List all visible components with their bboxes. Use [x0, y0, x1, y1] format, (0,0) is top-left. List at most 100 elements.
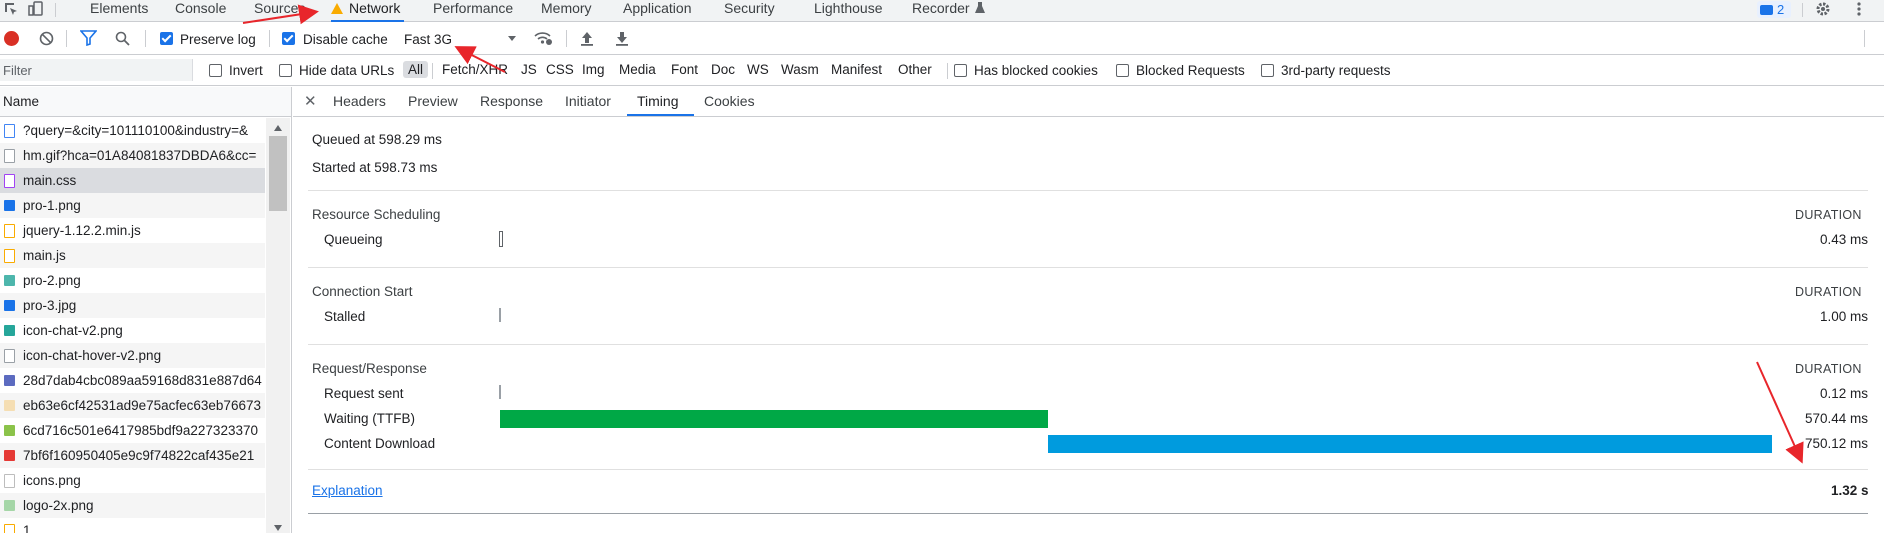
preserve-log-checkbox[interactable]	[160, 32, 173, 45]
tab-security[interactable]: Security	[724, 0, 775, 22]
search-icon[interactable]	[115, 31, 130, 49]
tab-memory[interactable]: Memory	[541, 0, 592, 22]
tab-preview[interactable]: Preview	[408, 93, 458, 109]
request-row[interactable]: pro-3.jpg	[0, 293, 265, 318]
started-at: Started at 598.73 ms	[312, 160, 438, 175]
type-filter-doc[interactable]: Doc	[711, 62, 735, 77]
disable-cache-label: Disable cache	[303, 32, 388, 47]
type-filter-manifest[interactable]: Manifest	[831, 62, 882, 77]
request-row[interactable]: pro-2.png	[0, 268, 265, 293]
type-filter-ws[interactable]: WS	[747, 62, 769, 77]
section-title: Request/Response	[312, 361, 427, 376]
timing-row-label: Request sent	[324, 386, 404, 401]
tab-recorder[interactable]: Recorder	[912, 0, 986, 22]
type-filter-js[interactable]: JS	[521, 62, 537, 77]
import-har-icon[interactable]	[580, 31, 594, 49]
devtools-tab-bar: Elements Console Sources Network Perform…	[0, 0, 1884, 22]
scroll-up-icon[interactable]	[274, 125, 282, 131]
divider	[566, 30, 567, 47]
throttling-select[interactable]: Fast 3G	[402, 27, 520, 49]
divider	[1802, 3, 1803, 17]
request-row[interactable]: icon-chat-v2.png	[0, 318, 265, 343]
tab-performance[interactable]: Performance	[433, 0, 513, 22]
issues-badge[interactable]: 2	[1757, 1, 1791, 18]
request-row[interactable]: 7bf6f160950405e9c9f74822caf435e21	[0, 443, 265, 468]
third-party-requests-checkbox[interactable]	[1261, 64, 1274, 77]
request-row[interactable]: logo-2x.png	[0, 493, 265, 518]
scrollbar-thumb[interactable]	[269, 136, 287, 211]
scroll-down-icon[interactable]	[274, 525, 282, 531]
request-row[interactable]: eb63e6cf42531ad9e75acfec63eb76673	[0, 393, 265, 418]
tab-timing[interactable]: Timing	[637, 93, 679, 109]
image-icon	[4, 425, 15, 436]
more-options-icon[interactable]	[1850, 0, 1868, 18]
request-row[interactable]: ?query=&city=101110100&industry=&	[0, 118, 265, 143]
close-detail-icon[interactable]: ✕	[304, 92, 317, 110]
request-name: main.js	[23, 248, 66, 263]
request-row[interactable]: pro-1.png	[0, 193, 265, 218]
tab-console[interactable]: Console	[175, 0, 226, 22]
filter-input[interactable]	[0, 59, 193, 81]
request-list-scrollbar[interactable]	[266, 118, 290, 533]
type-filter-other[interactable]: Other	[898, 62, 932, 77]
timing-panel: Queued at 598.29 ms Started at 598.73 ms…	[293, 118, 1884, 533]
request-row[interactable]: 6cd716c501e6417985bdf9a227323370	[0, 418, 265, 443]
request-row[interactable]: 28d7dab4cbc089aa59168d831e887d64	[0, 368, 265, 393]
device-toolbar-icon[interactable]	[27, 0, 45, 18]
tab-cookies[interactable]: Cookies	[704, 93, 755, 109]
tab-initiator[interactable]: Initiator	[565, 93, 611, 109]
type-filter-font[interactable]: Font	[671, 62, 698, 77]
request-name: icon-chat-hover-v2.png	[23, 348, 162, 363]
record-icon[interactable]	[4, 31, 19, 46]
request-row[interactable]: main.css	[0, 168, 265, 193]
tab-sources[interactable]: Sources	[254, 0, 305, 22]
request-row[interactable]: icon-chat-hover-v2.png	[0, 343, 265, 368]
network-conditions-icon[interactable]	[533, 30, 553, 49]
type-filter-wasm[interactable]: Wasm	[781, 62, 819, 77]
request-row[interactable]: 1	[0, 518, 265, 533]
request-name: main.css	[23, 173, 77, 188]
hide-data-urls-checkbox[interactable]	[279, 64, 292, 77]
type-filter-img[interactable]: Img	[582, 62, 605, 77]
duration-header: DURATION	[1795, 208, 1862, 222]
export-har-icon[interactable]	[615, 31, 629, 49]
disable-cache-checkbox[interactable]	[282, 32, 295, 45]
name-column-header[interactable]: Name	[0, 87, 291, 117]
request-name: ?query=&city=101110100&industry=&	[23, 123, 249, 138]
settings-gear-icon[interactable]	[1814, 0, 1832, 18]
request-row[interactable]: icons.png	[0, 468, 265, 493]
request-row[interactable]: main.js	[0, 243, 265, 268]
tab-network[interactable]: Network	[331, 0, 405, 22]
inspect-element-icon[interactable]	[2, 0, 20, 18]
invert-label: Invert	[229, 63, 263, 78]
blocked-requests-checkbox[interactable]	[1116, 64, 1129, 77]
tab-headers[interactable]: Headers	[333, 93, 386, 109]
type-filter-css[interactable]: CSS	[546, 62, 574, 77]
tab-application[interactable]: Application	[623, 0, 692, 22]
third-party-requests-label: 3rd-party requests	[1281, 63, 1391, 78]
blank-file-icon	[4, 473, 15, 488]
filter-funnel-icon[interactable]	[79, 30, 98, 49]
divider	[269, 30, 270, 47]
clear-icon[interactable]	[39, 31, 54, 49]
blocked-requests-label: Blocked Requests	[1136, 63, 1245, 78]
request-name: logo-2x.png	[23, 498, 94, 513]
tab-response[interactable]: Response	[480, 93, 543, 109]
type-filter-all[interactable]: All	[403, 61, 429, 78]
request-name: pro-2.png	[23, 273, 81, 288]
timing-row-duration: 0.12 ms	[1819, 386, 1868, 401]
type-filter-media[interactable]: Media	[619, 62, 656, 77]
tab-elements[interactable]: Elements	[90, 0, 148, 22]
type-filter-fetch-xhr[interactable]: Fetch/XHR	[442, 62, 508, 77]
explanation-link[interactable]: Explanation	[312, 483, 383, 498]
section-title: Resource Scheduling	[312, 207, 441, 222]
invert-checkbox[interactable]	[209, 64, 222, 77]
request-row[interactable]: jquery-1.12.2.min.js	[0, 218, 265, 243]
request-name: eb63e6cf42531ad9e75acfec63eb76673	[23, 398, 261, 413]
tab-lighthouse[interactable]: Lighthouse	[814, 0, 883, 22]
request-row[interactable]: hm.gif?hca=01A84081837DBDA6&cc=	[0, 143, 265, 168]
has-blocked-cookies-checkbox[interactable]	[954, 64, 967, 77]
section-divider	[308, 344, 1868, 345]
duration-header: DURATION	[1795, 285, 1862, 299]
detail-tab-bar: ✕ Headers Preview Response Initiator Tim…	[293, 87, 1884, 117]
